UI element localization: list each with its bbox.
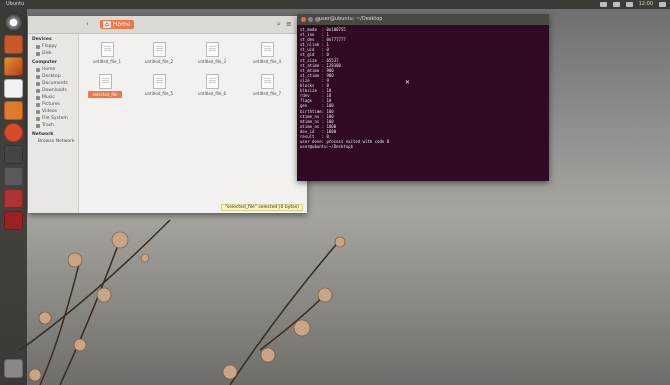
window-controls [301, 17, 320, 22]
sidebar-item-desktop[interactable]: Desktop [28, 73, 78, 80]
sidebar-item-home[interactable]: Home [28, 66, 78, 73]
file-manager-toolbar: ‹ ⌂Home ⌕ ≡ ⚙ [28, 16, 307, 34]
view-list-icon[interactable]: ≡ [286, 20, 292, 29]
sidebar-item-documents[interactable]: Documents [28, 80, 78, 87]
sidebar-item-network[interactable]: Browse Network [28, 138, 78, 145]
top-panel: Ubuntu 12:00 [0, 0, 670, 9]
dash-icon[interactable] [4, 13, 23, 32]
ubuntu-software-icon[interactable] [4, 123, 23, 142]
home-icon[interactable]: ⌂ [103, 21, 111, 28]
sidebar: Devices Floppy Disk Computer Home Deskto… [28, 34, 79, 213]
sidebar-item-pictures[interactable]: Pictures [28, 101, 78, 108]
network-icon[interactable] [599, 2, 607, 7]
sidebar-header-computer: Computer [32, 60, 57, 65]
file-item[interactable]: untitled_file_1 [90, 42, 124, 64]
home-icon [36, 67, 40, 72]
downloads-icon [36, 88, 40, 93]
terminal-title: user@ubuntu: ~/Desktop [319, 16, 383, 22]
file-item[interactable]: untitled_file_5 [142, 74, 176, 96]
filesystem-icon [36, 116, 40, 121]
sidebar-header-network: Network [32, 132, 54, 137]
document-icon [205, 74, 219, 89]
file-item[interactable]: untitled_file_3 [195, 42, 229, 64]
path-bar[interactable]: ⌂ Home [100, 20, 134, 29]
terminal-window[interactable]: user@ubuntu: ~/Desktop st_mode : 0o10075… [297, 14, 549, 181]
sidebar-item-disk[interactable]: Disk [28, 50, 78, 57]
videos-icon [36, 109, 40, 114]
sidebar-item-filesystem[interactable]: File System [28, 115, 78, 122]
terminal-line: user@ubuntu:~/Desktop$ [300, 144, 356, 150]
sidebar-item-downloads[interactable]: Downloads [28, 87, 78, 94]
back-button[interactable]: ‹ [86, 20, 89, 28]
mouse-pointer-icon: ✕ [405, 79, 411, 86]
terminal-icon[interactable] [4, 167, 23, 186]
path-segment-home[interactable]: Home [113, 21, 131, 28]
sidebar-header-devices: Devices [32, 37, 52, 42]
desktop-icon [36, 74, 40, 79]
documents-icon [36, 81, 40, 86]
pictures-icon [36, 102, 40, 107]
file-manager-window[interactable]: ‹ ⌂Home ⌕ ≡ ⚙ Devices Floppy Disk Comput… [28, 16, 307, 213]
file-item[interactable]: untitled_file_4 [250, 42, 284, 64]
floppy-icon [36, 44, 40, 49]
document-icon [152, 74, 166, 89]
firefox-icon[interactable] [4, 57, 23, 76]
file-view[interactable]: untitled_file_1 untitled_file_2 untitled… [80, 38, 307, 213]
terminal-titlebar[interactable]: user@ubuntu: ~/Desktop [297, 14, 549, 25]
sidebar-item-music[interactable]: Music [28, 94, 78, 101]
document-icon [260, 42, 274, 57]
status-bar: "selected_file" selected (0 bytes) [220, 204, 303, 211]
document-icon [205, 42, 219, 57]
file-item[interactable]: untitled_file_7 [250, 74, 284, 96]
clock[interactable]: 12:00 [639, 0, 653, 7]
sidebar-item-videos[interactable]: Videos [28, 108, 78, 115]
file-item[interactable]: untitled_file_2 [142, 42, 176, 64]
document-icon [152, 42, 166, 57]
power-icon[interactable] [659, 2, 666, 7]
office-calc-icon[interactable] [4, 101, 23, 120]
wallpaper-branches [19, 219, 346, 385]
files-icon[interactable] [4, 35, 23, 54]
file-item-selected[interactable]: selected_file [88, 74, 122, 98]
terminal-output[interactable]: st_mode : 0o100755 st_ino : 1 st_dev : 0o7… [300, 27, 546, 179]
office-writer-icon[interactable] [4, 79, 23, 98]
keyboard-icon[interactable] [612, 2, 620, 7]
disk-icon [36, 51, 40, 56]
document-icon [98, 74, 112, 89]
sidebar-item-trash[interactable]: Trash [28, 122, 78, 129]
volume-icon[interactable] [625, 2, 633, 7]
search-icon[interactable]: ⌕ [277, 20, 281, 29]
active-app-title: Ubuntu [6, 1, 25, 7]
music-icon [36, 95, 40, 100]
minimize-icon[interactable] [308, 17, 313, 22]
system-settings-icon[interactable] [4, 145, 23, 164]
document-icon [260, 74, 274, 89]
indicator-area: 12:00 [599, 0, 666, 7]
document-icon [100, 42, 114, 57]
trash-icon [36, 123, 40, 128]
file-item[interactable]: untitled_file_6 [195, 74, 229, 96]
sidebar-item-floppy[interactable]: Floppy [28, 43, 78, 50]
close-icon[interactable] [301, 17, 306, 22]
